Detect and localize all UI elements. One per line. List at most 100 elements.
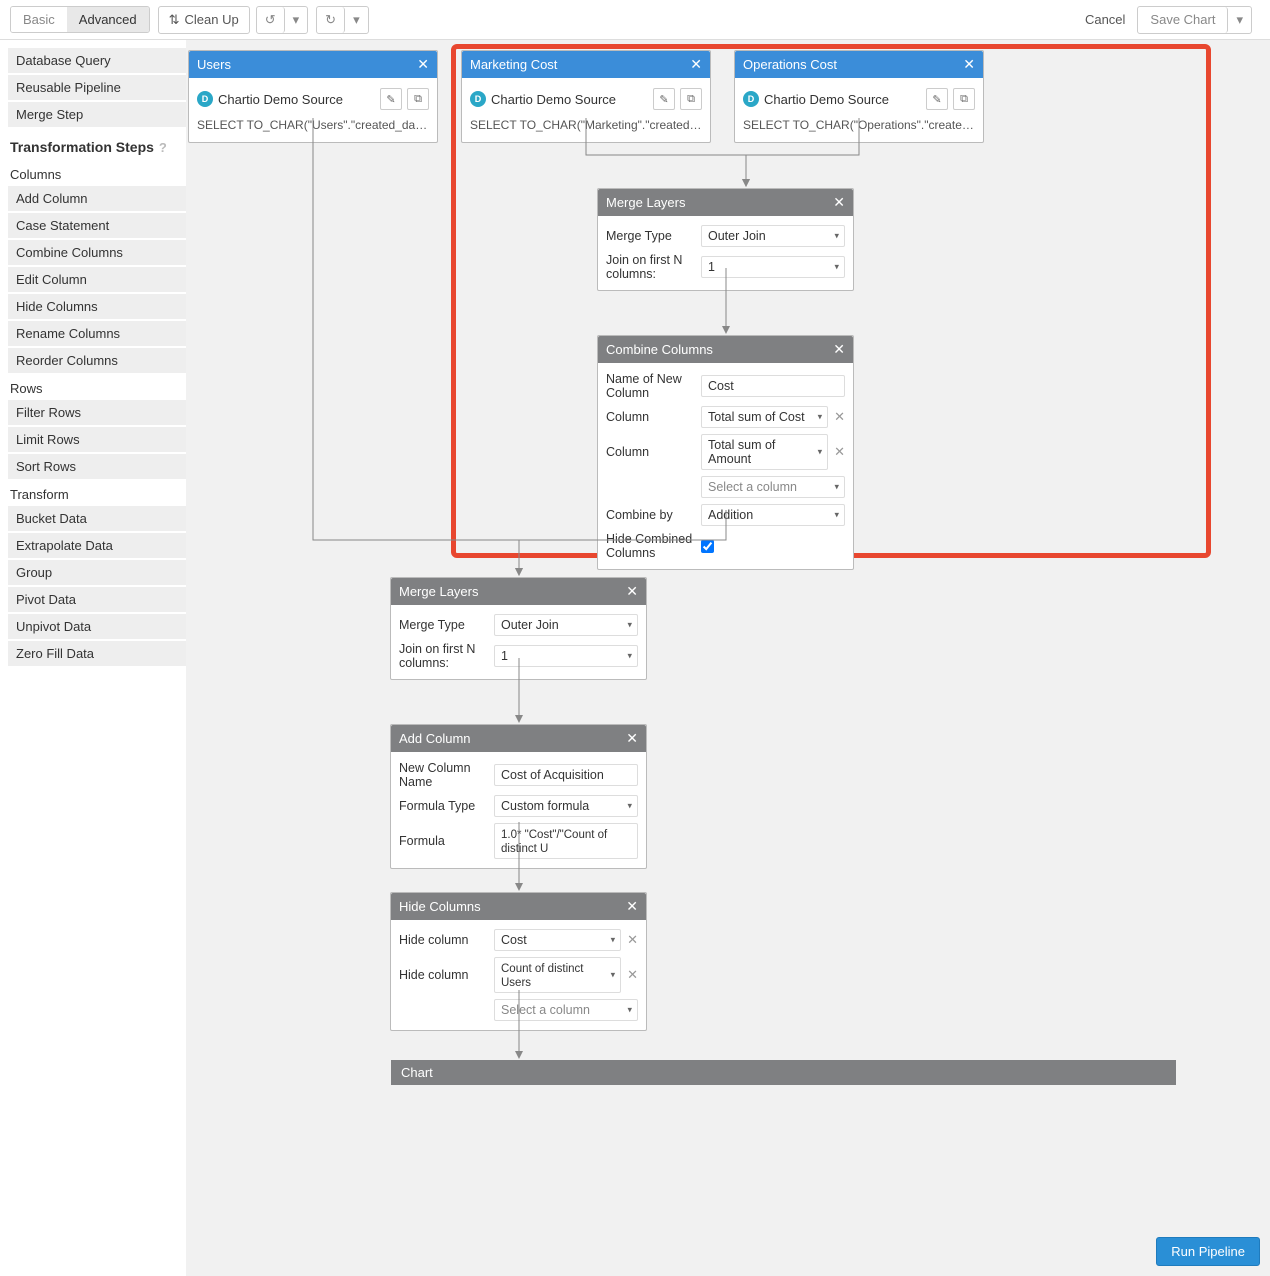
node-title-label: Combine Columns xyxy=(606,342,713,357)
chart-node[interactable]: Chart xyxy=(391,1060,1176,1085)
node-header[interactable]: Combine Columns ✕ xyxy=(598,336,853,363)
node-header[interactable]: Marketing Cost ✕ xyxy=(462,51,710,78)
sidebar-item-add-column[interactable]: Add Column xyxy=(8,186,186,211)
field-label: Name of New Column xyxy=(606,372,701,400)
sidebar-item-rename-columns[interactable]: Rename Columns xyxy=(8,321,186,346)
redo-dropdown[interactable]: ▾ xyxy=(345,7,368,33)
redo-button[interactable]: ↻ xyxy=(317,7,345,33)
select-value: Outer Join xyxy=(501,618,559,632)
column-select-3[interactable]: Select a column▾ xyxy=(701,476,845,498)
cleanup-button[interactable]: ⇅ Clean Up xyxy=(158,6,250,34)
cancel-link[interactable]: Cancel xyxy=(1085,12,1125,27)
sidebar-header-label: Transformation Steps xyxy=(10,139,154,155)
node-header[interactable]: Merge Layers ✕ xyxy=(391,578,646,605)
sidebar-item-reusable-pipeline[interactable]: Reusable Pipeline xyxy=(8,75,186,100)
cleanup-label: Clean Up xyxy=(185,12,239,27)
undo-button[interactable]: ↺ xyxy=(257,7,285,33)
copy-icon[interactable]: ⧉ xyxy=(953,88,975,110)
sidebar-item-pivot-data[interactable]: Pivot Data xyxy=(8,587,186,612)
merge-layers-node-2[interactable]: Merge Layers ✕ Merge Type Outer Join▾ Jo… xyxy=(390,577,647,680)
save-dropdown[interactable]: ▾ xyxy=(1228,7,1251,33)
sidebar-item-limit-rows[interactable]: Limit Rows xyxy=(8,427,186,452)
field-label: Hide column xyxy=(399,933,494,947)
sidebar-item-edit-column[interactable]: Edit Column xyxy=(8,267,186,292)
join-columns-select[interactable]: 1▾ xyxy=(494,645,638,667)
sidebar-item-merge-step[interactable]: Merge Step xyxy=(8,102,186,127)
combine-by-select[interactable]: Addition▾ xyxy=(701,504,845,526)
undo-dropdown[interactable]: ▾ xyxy=(285,7,308,33)
remove-icon[interactable]: ✕ xyxy=(834,444,845,460)
hide-columns-node[interactable]: Hide Columns ✕ Hide column Cost▾ ✕ Hide … xyxy=(390,892,647,1031)
sidebar-item-case-statement[interactable]: Case Statement xyxy=(8,213,186,238)
sidebar-subhead-columns: Columns xyxy=(8,161,186,186)
close-icon[interactable]: ✕ xyxy=(963,56,975,73)
pipeline-canvas[interactable]: Users ✕ D Chartio Demo Source ✎ ⧉ SELECT… xyxy=(186,40,1270,1276)
close-icon[interactable]: ✕ xyxy=(690,56,702,73)
hide-column-select-1[interactable]: Cost▾ xyxy=(494,929,621,951)
add-column-node[interactable]: Add Column ✕ New Column Name Cost of Acq… xyxy=(390,724,647,869)
remove-icon[interactable]: ✕ xyxy=(627,932,638,948)
hide-column-select-3[interactable]: Select a column▾ xyxy=(494,999,638,1021)
field-label: Formula Type xyxy=(399,799,494,813)
sidebar-item-unpivot-data[interactable]: Unpivot Data xyxy=(8,614,186,639)
edit-icon[interactable]: ✎ xyxy=(926,88,948,110)
source-node-operations[interactable]: Operations Cost ✕ D Chartio Demo Source … xyxy=(734,50,984,143)
sidebar-item-extrapolate-data[interactable]: Extrapolate Data xyxy=(8,533,186,558)
mode-toggle: Basic Advanced xyxy=(10,6,150,33)
copy-icon[interactable]: ⧉ xyxy=(680,88,702,110)
sidebar-item-reorder-columns[interactable]: Reorder Columns xyxy=(8,348,186,373)
sidebar-item-sort-rows[interactable]: Sort Rows xyxy=(8,454,186,479)
close-icon[interactable]: ✕ xyxy=(626,898,638,915)
select-value: Total sum of Amount xyxy=(708,438,775,466)
sidebar-item-combine-columns[interactable]: Combine Columns xyxy=(8,240,186,265)
sidebar-item-hide-columns[interactable]: Hide Columns xyxy=(8,294,186,319)
edit-icon[interactable]: ✎ xyxy=(380,88,402,110)
remove-icon[interactable]: ✕ xyxy=(834,409,845,425)
remove-icon[interactable]: ✕ xyxy=(627,967,638,983)
merge-layers-node-1[interactable]: Merge Layers ✕ Merge Type Outer Join▾ Jo… xyxy=(597,188,854,291)
field-label: Combine by xyxy=(606,508,701,522)
sidebar-item-group[interactable]: Group xyxy=(8,560,186,585)
edit-icon[interactable]: ✎ xyxy=(653,88,675,110)
datasource-label: Chartio Demo Source xyxy=(491,92,648,107)
node-header[interactable]: Users ✕ xyxy=(189,51,437,78)
basic-tab[interactable]: Basic xyxy=(11,7,67,32)
sidebar-item-bucket-data[interactable]: Bucket Data xyxy=(8,506,186,531)
run-pipeline-button[interactable]: Run Pipeline xyxy=(1156,1237,1260,1266)
join-columns-select[interactable]: 1▾ xyxy=(701,256,845,278)
select-value: Cost xyxy=(501,933,527,947)
new-column-name-input[interactable]: Cost xyxy=(701,375,845,397)
close-icon[interactable]: ✕ xyxy=(833,341,845,358)
node-header[interactable]: Add Column ✕ xyxy=(391,725,646,752)
merge-type-select[interactable]: Outer Join▾ xyxy=(494,614,638,636)
sidebar-item-filter-rows[interactable]: Filter Rows xyxy=(8,400,186,425)
sidebar-item-zero-fill-data[interactable]: Zero Fill Data xyxy=(8,641,186,666)
node-title-label: Users xyxy=(197,57,231,72)
column-select-2[interactable]: Total sum of Amount ▾ xyxy=(701,434,828,470)
column-select-1[interactable]: Total sum of Cost▾ xyxy=(701,406,828,428)
node-header[interactable]: Operations Cost ✕ xyxy=(735,51,983,78)
close-icon[interactable]: ✕ xyxy=(626,583,638,600)
chevron-down-icon: ▾ xyxy=(818,447,823,458)
new-column-name-input[interactable]: Cost of Acquisition xyxy=(494,764,638,786)
copy-icon[interactable]: ⧉ xyxy=(407,88,429,110)
source-node-users[interactable]: Users ✕ D Chartio Demo Source ✎ ⧉ SELECT… xyxy=(188,50,438,143)
formula-input[interactable]: 1.0* "Cost"/"Count of distinct U xyxy=(494,823,638,859)
formula-type-select[interactable]: Custom formula▾ xyxy=(494,795,638,817)
node-header[interactable]: Merge Layers ✕ xyxy=(598,189,853,216)
close-icon[interactable]: ✕ xyxy=(417,56,429,73)
field-label: Hide column xyxy=(399,968,494,982)
source-node-marketing[interactable]: Marketing Cost ✕ D Chartio Demo Source ✎… xyxy=(461,50,711,143)
sidebar-subhead-transform: Transform xyxy=(8,481,186,506)
sidebar-item-database-query[interactable]: Database Query xyxy=(8,48,186,73)
close-icon[interactable]: ✕ xyxy=(626,730,638,747)
hide-combined-checkbox[interactable] xyxy=(701,540,714,553)
hide-column-select-2[interactable]: Count of distinct Users▾ xyxy=(494,957,621,993)
save-button[interactable]: Save Chart xyxy=(1138,7,1228,33)
node-header[interactable]: Hide Columns ✕ xyxy=(391,893,646,920)
close-icon[interactable]: ✕ xyxy=(833,194,845,211)
combine-columns-node[interactable]: Combine Columns ✕ Name of New Column Cos… xyxy=(597,335,854,570)
advanced-tab[interactable]: Advanced xyxy=(67,7,149,32)
help-icon[interactable]: ? xyxy=(159,140,167,155)
merge-type-select[interactable]: Outer Join▾ xyxy=(701,225,845,247)
